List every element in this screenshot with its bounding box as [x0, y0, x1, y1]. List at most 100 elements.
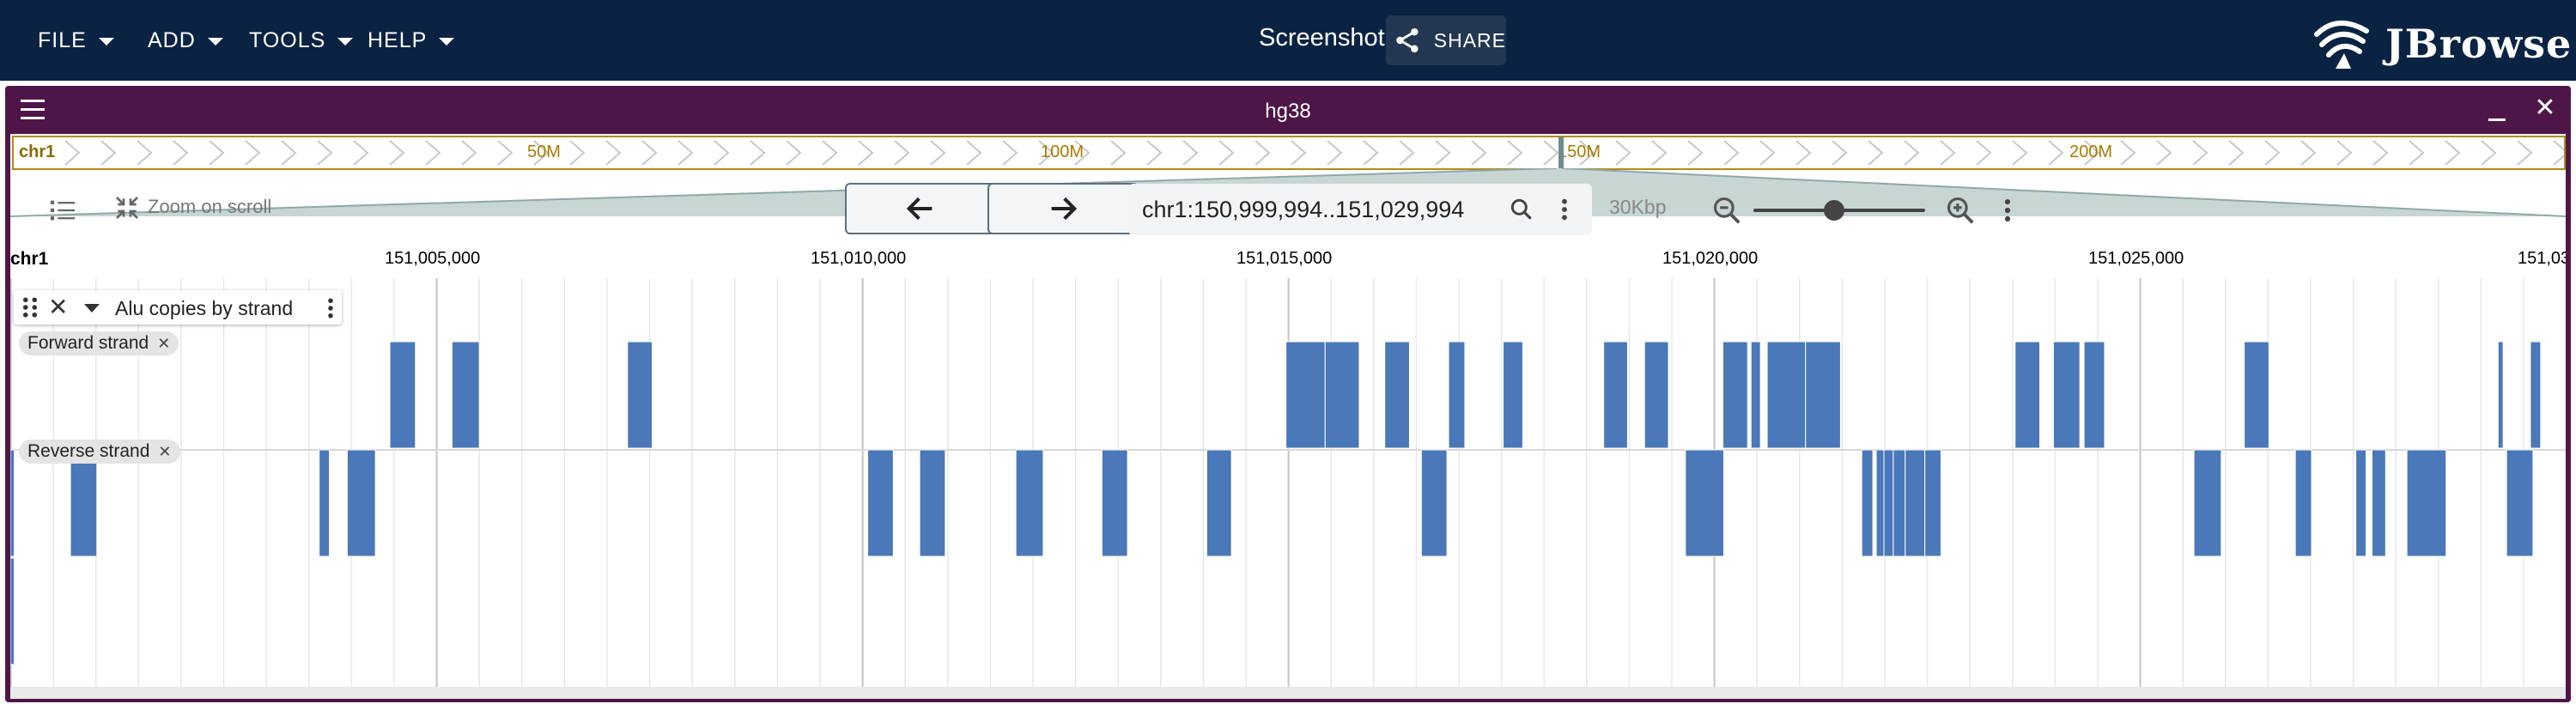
strand-chevron: [1146, 140, 1163, 166]
close-icon[interactable]: ✕: [158, 443, 171, 461]
reverse-alu-feature[interactable]: [1015, 449, 1044, 557]
minimize-view-icon[interactable]: [2485, 98, 2509, 122]
forward-alu-feature[interactable]: [389, 341, 416, 449]
zoom-on-scroll-label[interactable]: Zoom on scroll: [148, 196, 271, 218]
strand-chevron: [2192, 140, 2208, 166]
location-more-icon[interactable]: [1559, 196, 1570, 223]
reverse-alu-feature[interactable]: [1875, 449, 1885, 557]
strand-chevron: [2300, 140, 2317, 166]
strand-chevron: [1182, 140, 1199, 166]
overview-ruler[interactable]: chr1 50M 100M 150M 200M: [12, 136, 2566, 170]
drag-handle-icon[interactable]: [21, 295, 39, 319]
forward-alu-feature[interactable]: [2052, 341, 2081, 449]
reverse-alu-feature[interactable]: [2406, 449, 2447, 557]
add-menu[interactable]: ADD: [148, 0, 223, 81]
reverse-alu-feature[interactable]: [2193, 449, 2222, 557]
forward-alu-feature[interactable]: [1324, 341, 1360, 449]
close-track-icon[interactable]: ✕: [48, 294, 68, 321]
track-area: ✕ Alu copies by strand Forward strand ✕ …: [10, 278, 2566, 699]
tools-menu[interactable]: TOOLS: [249, 0, 354, 81]
overview-visible-region[interactable]: [1558, 137, 1564, 168]
overview-tick-200m: 200M: [2069, 143, 2113, 161]
zoom-slider-thumb[interactable]: [1824, 200, 1844, 221]
reverse-alu-feature[interactable]: [1883, 449, 1894, 557]
forward-alu-feature[interactable]: [1603, 341, 1628, 449]
overview-tick-100m: 100M: [1041, 143, 1084, 161]
app-bar: FILE ADD TOOLS HELP Screenshot SHARE JBr…: [0, 0, 2576, 81]
strand-chevron: [281, 140, 297, 166]
close-view-icon[interactable]: ✕: [2531, 94, 2559, 122]
forward-alu-feature[interactable]: [2014, 341, 2041, 449]
strand-chevron: [1327, 140, 1343, 166]
reverse-alu-feature[interactable]: [1101, 449, 1128, 557]
forward-alu-feature[interactable]: [451, 341, 480, 449]
session-name[interactable]: Screenshot: [1259, 24, 1385, 52]
reverse-alu-feature[interactable]: [2355, 449, 2366, 557]
chevron-down-icon: [439, 38, 455, 46]
reverse-alu-feature[interactable]: [2371, 449, 2386, 557]
reverse-alu-feature[interactable]: [867, 449, 894, 557]
reverse-alu-feature[interactable]: [2506, 449, 2534, 557]
strand-chevron: [1363, 140, 1379, 166]
track-selector-icon[interactable]: [48, 196, 77, 225]
chevron-down-icon: [207, 38, 223, 46]
reverse-alu-feature[interactable]: [1905, 449, 1926, 557]
strand-chevron: [858, 140, 874, 166]
forward-alu-feature[interactable]: [1722, 341, 1748, 449]
forward-alu-feature[interactable]: [627, 341, 653, 449]
track-label: ✕ Alu copies by strand: [14, 290, 342, 325]
forward-alu-feature[interactable]: [1766, 341, 1807, 449]
reverse-alu-feature[interactable]: [70, 449, 98, 557]
strand-chevron: [2228, 140, 2245, 166]
reverse-strand-label: Reverse strand: [27, 441, 150, 461]
forward-alu-feature[interactable]: [1503, 341, 1523, 449]
forward-alu-feature[interactable]: [1643, 341, 1669, 449]
add-menu-label: ADD: [148, 27, 196, 52]
assembly-name: hg38: [1265, 100, 1311, 123]
zoom-in-icon[interactable]: [1944, 194, 1977, 227]
close-icon[interactable]: ✕: [157, 335, 170, 353]
overview-chevrons: [64, 140, 2564, 166]
reverse-alu-feature[interactable]: [1420, 449, 1448, 557]
forward-alu-feature[interactable]: [1448, 341, 1466, 449]
reverse-alu-feature[interactable]: [1924, 449, 1941, 557]
forward-alu-feature[interactable]: [2083, 341, 2105, 449]
strand-chevron: [930, 140, 946, 166]
reverse-alu-feature[interactable]: [1893, 449, 1906, 557]
forward-alu-feature[interactable]: [1384, 341, 1410, 449]
forward-alu-feature[interactable]: [1805, 341, 1841, 449]
track-menu-icon[interactable]: [326, 295, 335, 321]
scroll-left-button[interactable]: [845, 183, 996, 234]
reverse-alu-feature[interactable]: [2294, 449, 2312, 557]
reverse-alu-feature[interactable]: [919, 449, 946, 557]
track-collapse-icon[interactable]: [84, 304, 100, 313]
forward-alu-feature[interactable]: [2497, 341, 2504, 449]
zoom-on-scroll-icon[interactable]: [113, 194, 141, 222]
zoom-out-icon[interactable]: [1710, 194, 1743, 227]
reverse-alu-feature[interactable]: [10, 557, 15, 665]
strand-chevron: [317, 140, 333, 166]
forward-alu-feature[interactable]: [2244, 341, 2269, 449]
forward-alu-feature[interactable]: [2530, 341, 2542, 449]
location-search-box: [1128, 184, 1592, 235]
search-icon[interactable]: [1508, 196, 1535, 223]
forward-alu-feature[interactable]: [1750, 341, 1761, 449]
share-button[interactable]: SHARE: [1386, 15, 1506, 65]
strand-chevron: [822, 140, 838, 166]
reverse-alu-feature[interactable]: [346, 449, 376, 557]
reverse-alu-feature[interactable]: [1861, 449, 1874, 557]
scroll-right-button[interactable]: [987, 183, 1139, 234]
reverse-alu-feature[interactable]: [1685, 449, 1725, 557]
reverse-alu-feature[interactable]: [1206, 449, 1232, 557]
reverse-alu-feature[interactable]: [319, 449, 331, 557]
view-options-more-icon[interactable]: [2002, 196, 2013, 225]
strand-chevron: [1218, 140, 1235, 166]
overview-tick-50m: 50M: [527, 143, 561, 161]
forward-alu-feature[interactable]: [1285, 341, 1326, 449]
location-input[interactable]: [1142, 196, 1503, 223]
help-menu[interactable]: HELP: [368, 0, 455, 81]
file-menu[interactable]: FILE: [38, 0, 114, 81]
reverse-alu-feature[interactable]: [10, 449, 15, 557]
track-resize-handle[interactable]: [10, 687, 2566, 699]
bp-per-view-label: 30Kbp: [1609, 196, 1667, 218]
